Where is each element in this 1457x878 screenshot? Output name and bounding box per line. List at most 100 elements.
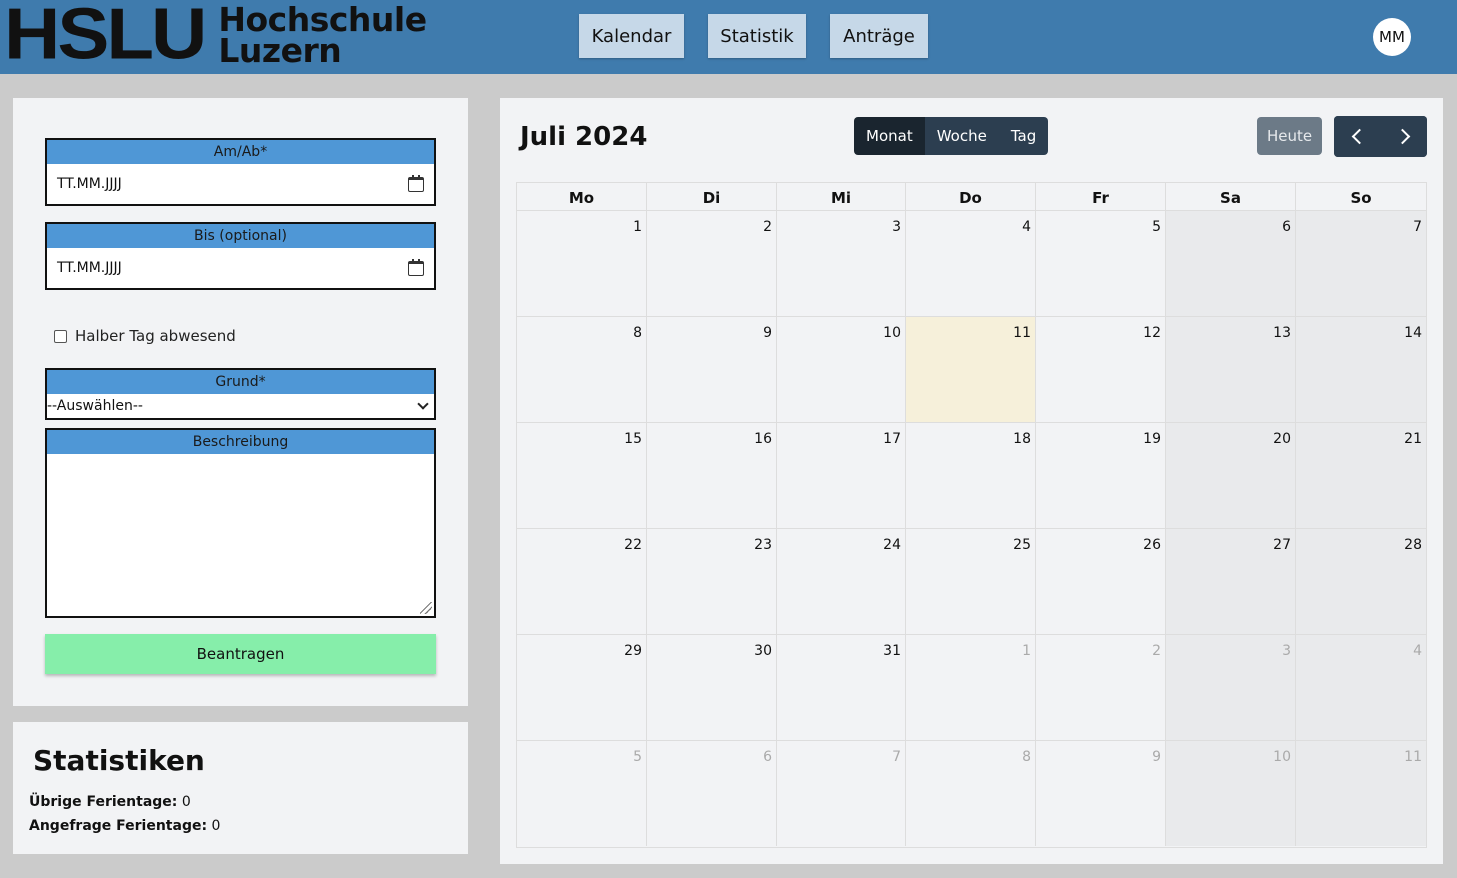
from-date-field: Am/Ab* TT.MM.JJJJ — [45, 138, 436, 206]
day-cell[interactable]: 8 — [906, 741, 1036, 846]
weekday-header: Mi — [777, 183, 906, 211]
day-number: 8 — [1022, 749, 1031, 765]
day-cell[interactable]: 2 — [1036, 635, 1166, 741]
day-cell[interactable]: 6 — [1166, 211, 1296, 317]
day-cell[interactable]: 5 — [517, 741, 647, 846]
requested-days-line: Angefrage Ferientage: 0 — [29, 818, 220, 834]
day-cell[interactable]: 19 — [1036, 423, 1166, 529]
view-day-button[interactable]: Tag — [998, 117, 1049, 155]
day-number: 14 — [1404, 325, 1422, 341]
day-number: 29 — [624, 643, 642, 659]
day-cell[interactable]: 7 — [1296, 211, 1426, 317]
weekday-header: Fr — [1036, 183, 1166, 211]
day-number: 6 — [1282, 219, 1291, 235]
day-cell[interactable]: 4 — [906, 211, 1036, 317]
day-cell[interactable]: 1 — [906, 635, 1036, 741]
day-number: 7 — [892, 749, 901, 765]
logo-sub-line2: Luzern — [218, 31, 342, 70]
day-cell[interactable]: 27 — [1166, 529, 1296, 635]
day-number: 6 — [763, 749, 772, 765]
day-number: 31 — [883, 643, 901, 659]
weekday-header: Di — [647, 183, 777, 211]
to-date-field: Bis (optional) TT.MM.JJJJ — [45, 222, 436, 290]
day-number: 12 — [1143, 325, 1161, 341]
day-cell[interactable]: 16 — [647, 423, 777, 529]
day-cell[interactable]: 1 — [517, 211, 647, 317]
day-cell[interactable]: 14 — [1296, 317, 1426, 423]
nav-statistik-button[interactable]: Statistik — [708, 14, 806, 58]
day-number: 25 — [1013, 537, 1031, 553]
day-number: 10 — [883, 325, 901, 341]
day-cell[interactable]: 13 — [1166, 317, 1296, 423]
day-cell[interactable]: 30 — [647, 635, 777, 741]
reason-select[interactable]: --Auswählen-- — [47, 394, 434, 418]
day-number: 22 — [624, 537, 642, 553]
remaining-days-value: 0 — [181, 794, 191, 810]
view-week-button[interactable]: Woche — [924, 117, 999, 155]
from-date-input[interactable]: TT.MM.JJJJ — [47, 164, 434, 204]
calendar-icon[interactable] — [408, 258, 424, 276]
day-cell[interactable]: 28 — [1296, 529, 1426, 635]
calendar-icon[interactable] — [408, 174, 424, 192]
hslu-logo[interactable]: HSLU Hochschule Luzern — [4, 0, 427, 70]
day-cell[interactable]: 12 — [1036, 317, 1166, 423]
day-cell[interactable]: 7 — [777, 741, 906, 846]
day-cell[interactable]: 9 — [647, 317, 777, 423]
half-day-label[interactable]: Halber Tag abwesend — [75, 327, 236, 345]
day-cell[interactable]: 4 — [1296, 635, 1426, 741]
from-date-placeholder: TT.MM.JJJJ — [57, 176, 122, 192]
day-number: 1 — [633, 219, 642, 235]
day-cell[interactable]: 15 — [517, 423, 647, 529]
day-cell[interactable]: 10 — [1166, 741, 1296, 846]
half-day-checkbox[interactable] — [54, 329, 67, 343]
user-avatar[interactable]: MM — [1373, 18, 1411, 56]
chevron-right-icon[interactable] — [1380, 116, 1427, 157]
day-cell[interactable]: 8 — [517, 317, 647, 423]
weekday-header-row: Mo Di Mi Do Fr Sa So — [517, 183, 1426, 211]
resize-handle-icon[interactable] — [420, 602, 432, 614]
chevron-down-icon — [417, 398, 429, 410]
day-cell[interactable]: 24 — [777, 529, 906, 635]
chevron-left-icon[interactable] — [1334, 116, 1381, 157]
day-number: 23 — [754, 537, 772, 553]
day-number: 3 — [1282, 643, 1291, 659]
day-cell[interactable]: 5 — [1036, 211, 1166, 317]
day-cell[interactable]: 29 — [517, 635, 647, 741]
nav-antraege-button[interactable]: Anträge — [830, 14, 928, 58]
calendar-panel: Juli 2024 Monat Woche Tag Heute Mo Di Mi Do… — [500, 98, 1443, 864]
day-cell[interactable]: 26 — [1036, 529, 1166, 635]
logo-sub-text: Hochschule Luzern — [218, 3, 427, 70]
day-cell[interactable]: 22 — [517, 529, 647, 635]
day-number: 10 — [1273, 749, 1291, 765]
day-cell[interactable]: 2 — [647, 211, 777, 317]
to-date-input[interactable]: TT.MM.JJJJ — [47, 248, 434, 288]
day-cell[interactable]: 3 — [777, 211, 906, 317]
day-cell[interactable]: 11 — [1296, 741, 1426, 846]
requested-days-label: Angefrage Ferientage: — [29, 818, 208, 834]
day-cell[interactable]: 20 — [1166, 423, 1296, 529]
today-button[interactable]: Heute — [1257, 117, 1322, 155]
day-number: 11 — [1404, 749, 1422, 765]
day-cell-today[interactable]: 11 — [906, 317, 1036, 423]
day-cell[interactable]: 25 — [906, 529, 1036, 635]
day-cell[interactable]: 6 — [647, 741, 777, 846]
to-date-placeholder: TT.MM.JJJJ — [57, 260, 122, 276]
day-cell[interactable]: 23 — [647, 529, 777, 635]
weekday-header: So — [1350, 189, 1372, 207]
submit-request-button[interactable]: Beantragen — [45, 634, 436, 674]
day-cell[interactable]: 9 — [1036, 741, 1166, 846]
day-cell[interactable]: 31 — [777, 635, 906, 741]
view-month-button[interactable]: Monat — [854, 117, 925, 155]
day-cell[interactable]: 10 — [777, 317, 906, 423]
day-number: 28 — [1404, 537, 1422, 553]
day-cell[interactable]: 18 — [906, 423, 1036, 529]
weekday-header: Do — [906, 183, 1036, 211]
day-number: 19 — [1143, 431, 1161, 447]
day-cell[interactable]: 3 — [1166, 635, 1296, 741]
request-form-panel: Am/Ab* TT.MM.JJJJ Bis (optional) TT.MM.J… — [13, 98, 468, 706]
statistics-panel: Statistiken Übrige Ferientage: 0 Angefra… — [13, 722, 468, 854]
nav-kalendar-button[interactable]: Kalendar — [579, 14, 684, 58]
day-cell[interactable]: 17 — [777, 423, 906, 529]
description-textarea[interactable] — [47, 454, 434, 616]
day-cell[interactable]: 21 — [1296, 423, 1426, 529]
